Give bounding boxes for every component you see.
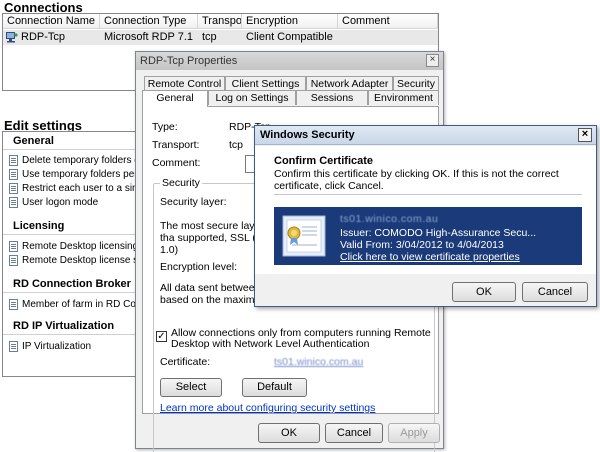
setting-icon	[9, 154, 18, 166]
setting-icon	[9, 340, 18, 352]
table-row[interactable]: RDP-Tcp Microsoft RDP 7.1 tcp Client Com…	[3, 30, 438, 45]
certificate-value: ts01.winico.com.au	[274, 356, 364, 368]
windows-security-dialog: Windows Security × Confirm Certificate C…	[254, 125, 597, 307]
group-licensing: Licensing	[3, 217, 138, 235]
setting-icon	[9, 240, 18, 252]
column-header-encryption[interactable]: Encryption	[242, 14, 338, 28]
certificate-icon	[282, 215, 326, 257]
transport-label: Transport:	[152, 139, 200, 151]
list-item[interactable]: Use temporary folders per ses	[3, 167, 138, 181]
tab-environment[interactable]: Environment	[368, 90, 439, 105]
tab-client-settings[interactable]: Client Settings	[225, 76, 306, 91]
setting-icon	[9, 298, 18, 310]
column-header-connection-name[interactable]: Connection Name	[3, 14, 100, 28]
comment-label: Comment:	[152, 157, 201, 169]
setting-icon	[9, 196, 18, 208]
ok-button[interactable]: OK	[258, 423, 320, 443]
tab-row-back: Remote Control Client Settings Network A…	[144, 76, 439, 91]
tab-row-front: General Log on Settings Sessions Environ…	[142, 90, 439, 107]
winsec-content: Confirm Certificate Confirm this certifi…	[255, 146, 596, 274]
certificate-valid-from: Valid From: 3/04/2012 to 4/04/2013	[340, 239, 504, 251]
close-icon[interactable]: ×	[578, 128, 592, 142]
cell-connection-type: Microsoft RDP 7.1	[104, 31, 194, 43]
apply-button[interactable]: Apply	[388, 423, 440, 443]
cancel-button[interactable]: Cancel	[325, 423, 383, 443]
network-connection-icon	[6, 32, 18, 43]
certificate-tile[interactable]: ts01.winico.com.au Issuer: COMODO High-A…	[274, 207, 582, 265]
close-icon[interactable]: ×	[426, 54, 439, 67]
tab-general[interactable]: General	[142, 90, 208, 107]
nla-checkbox-label: Allow connections only from computers ru…	[171, 327, 431, 350]
security-legend: Security	[160, 177, 202, 189]
group-rd-connection-broker: RD Connection Broker	[3, 275, 138, 293]
list-item[interactable]: Remote Desktop license serve	[3, 253, 138, 267]
list-item[interactable]: Restrict each user to a single	[3, 181, 138, 195]
type-label: Type:	[152, 121, 178, 133]
cell-transport: tcp	[202, 31, 217, 43]
column-header-connection-type[interactable]: Connection Type	[100, 14, 198, 28]
default-button[interactable]: Default	[242, 378, 307, 397]
certificate-issuer: Issuer: COMODO High-Assurance Secu...	[340, 227, 537, 239]
cell-comment	[338, 30, 438, 45]
setting-icon	[9, 254, 18, 266]
props-titlebar[interactable]: RDP-Tcp Properties ×	[136, 52, 443, 70]
list-item[interactable]: User logon mode	[3, 195, 138, 209]
connections-header: Connection Name Connection Type Transpor…	[3, 14, 438, 29]
tab-security[interactable]: Security	[393, 76, 439, 91]
edit-settings-list: General Delete temporary folders on ex U…	[2, 131, 138, 377]
select-button[interactable]: Select	[160, 378, 222, 397]
props-title: RDP-Tcp Properties	[140, 55, 238, 67]
group-general: General	[3, 132, 138, 150]
transport-value: tcp	[229, 139, 244, 151]
encryption-level-label: Encryption level:	[160, 261, 238, 273]
list-item[interactable]: Delete temporary folders on ex	[3, 153, 138, 167]
tab-remote-control[interactable]: Remote Control	[144, 76, 225, 91]
confirm-message: Confirm this certificate by clicking OK.…	[274, 168, 559, 192]
setting-icon	[9, 168, 18, 180]
list-item[interactable]: Member of farm in RD Connec	[3, 297, 138, 311]
tab-network-adapter[interactable]: Network Adapter	[306, 76, 393, 91]
column-header-comment[interactable]: Comment	[338, 14, 438, 28]
column-header-transport[interactable]: Transport	[198, 14, 242, 28]
winsec-cancel-button[interactable]: Cancel	[522, 282, 588, 302]
cell-encryption: Client Compatible	[246, 31, 333, 43]
winsec-title: Windows Security	[260, 129, 355, 141]
certificate-label: Certificate:	[160, 356, 211, 368]
confirm-certificate-heading: Confirm Certificate	[274, 155, 374, 167]
learn-more-link[interactable]: Learn more about configuring security se…	[160, 402, 375, 414]
setting-icon	[9, 182, 18, 194]
tab-sessions[interactable]: Sessions	[296, 90, 368, 105]
security-layer-label: Security layer:	[160, 196, 227, 208]
winsec-ok-button[interactable]: OK	[452, 282, 516, 302]
cell-connection-name: RDP-Tcp	[3, 30, 100, 45]
tab-log-on-settings[interactable]: Log on Settings	[208, 90, 296, 105]
view-certificate-link[interactable]: Click here to view certificate propertie…	[340, 251, 520, 263]
list-item[interactable]: IP Virtualization	[3, 339, 138, 353]
group-rd-ip-virtualization: RD IP Virtualization	[3, 317, 138, 335]
divider	[274, 194, 582, 195]
list-item[interactable]: Remote Desktop licensing mo	[3, 239, 138, 253]
nla-checkbox[interactable]: ✓	[156, 331, 167, 342]
winsec-titlebar[interactable]: Windows Security ×	[255, 126, 596, 145]
certificate-name: ts01.winico.com.au	[340, 213, 439, 225]
connection-name: RDP-Tcp	[21, 31, 66, 43]
